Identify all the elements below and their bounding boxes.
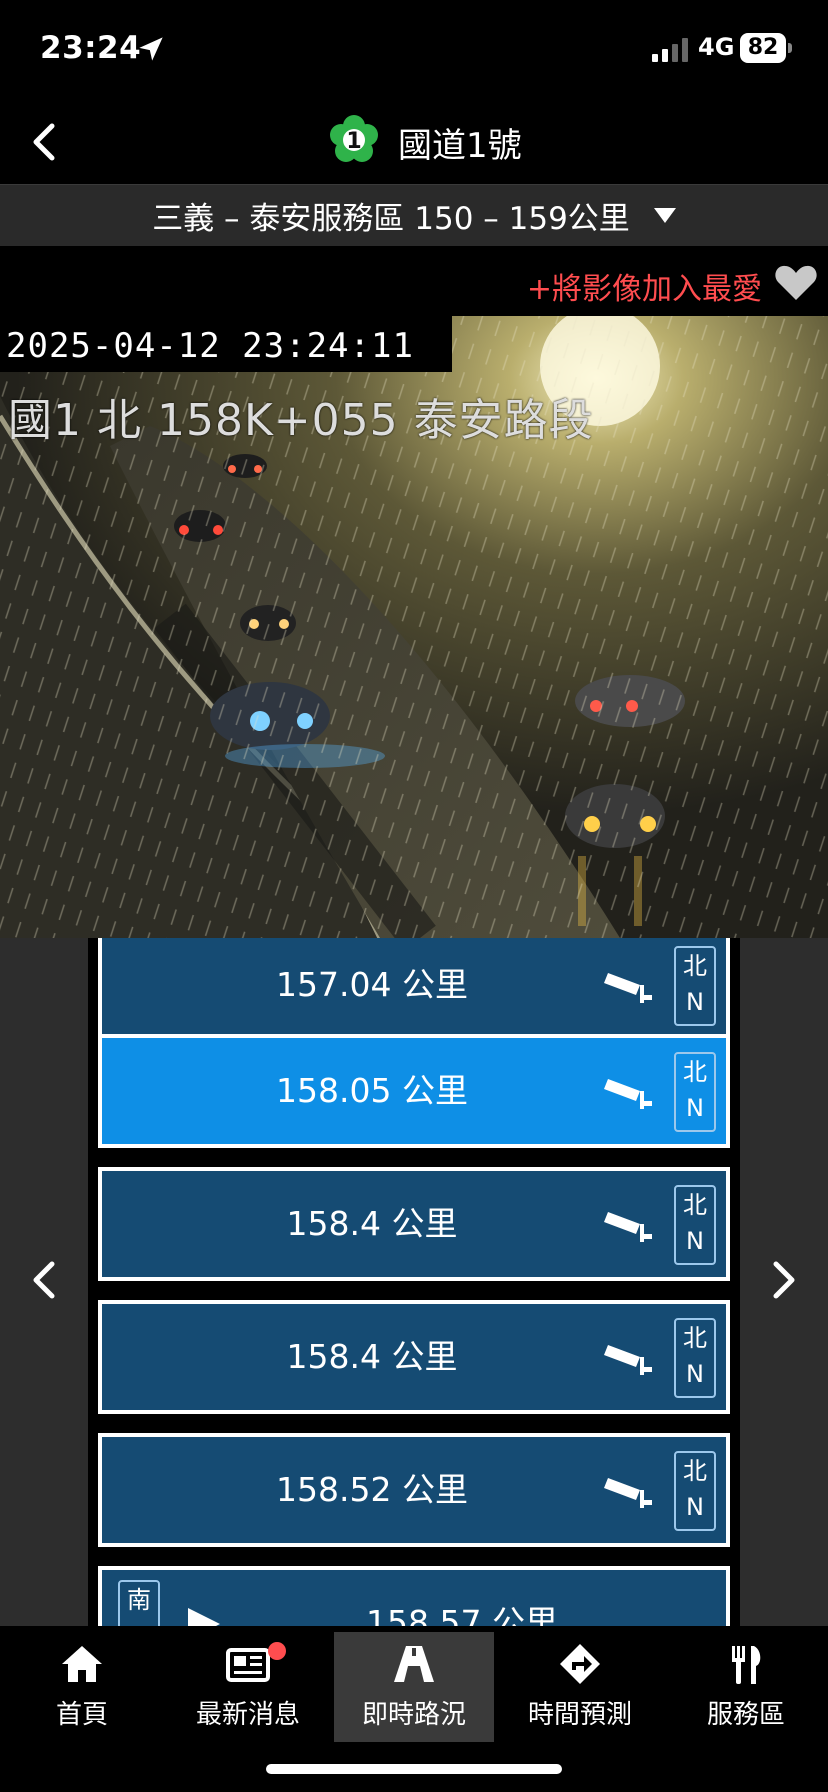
fork-knife-icon: [732, 1646, 761, 1684]
camera-list-item[interactable]: 158.52 公里 北N: [98, 1433, 730, 1547]
page-title: 國道1號: [398, 126, 522, 166]
tab-news[interactable]: 最新消息: [168, 1632, 328, 1742]
network-type: 4G: [698, 33, 735, 61]
camera-list-item-selected[interactable]: 158.05 公里 北N: [98, 1034, 730, 1148]
camera-km: 158.4 公里: [286, 1204, 458, 1243]
direction-badge: 北N: [674, 1052, 716, 1132]
direction-badge: 南: [118, 1580, 160, 1626]
route-badge: 1: [328, 114, 380, 166]
direction-cn: 北: [683, 1457, 707, 1485]
section-selector[interactable]: 三義 – 泰安服務區 150 – 159公里: [0, 184, 828, 246]
camera-list-item[interactable]: 南 158.57 公里: [98, 1566, 730, 1626]
route-number: 1: [346, 129, 361, 154]
location-arrow-icon: [139, 37, 163, 61]
direction-cn: 北: [683, 1058, 707, 1086]
status-time: 23:24: [40, 30, 142, 66]
direction-cn: 北: [683, 1191, 707, 1219]
signal-icon: [652, 38, 688, 62]
tab-service-area[interactable]: 服務區: [666, 1632, 826, 1742]
tab-label: 時間預測: [527, 1700, 632, 1730]
camera-timestamp: 2025-04-12 23:24:11: [0, 316, 452, 372]
cctv-camera-icon: [604, 973, 652, 1003]
cctv-camera-icon: [604, 1212, 652, 1242]
flower-badge-icon: 1: [330, 115, 378, 162]
camera-list-item[interactable]: 158.4 公里 北N: [98, 1300, 730, 1414]
heart-icon[interactable]: [774, 264, 818, 302]
camera-km: 158.57 公里: [366, 1603, 558, 1626]
direction-badge: 北N: [674, 946, 716, 1026]
road-icon: [394, 1646, 434, 1682]
add-favorite-button[interactable]: +將影像加入最愛: [527, 264, 762, 308]
camera-km: 158.05 公里: [276, 1071, 468, 1110]
tab-home[interactable]: 首頁: [2, 1632, 162, 1742]
section-label: 三義 – 泰安服務區 150 – 159公里: [152, 201, 630, 237]
tab-label: 即時路況: [361, 1700, 466, 1730]
direction-badge: 北N: [674, 1185, 716, 1265]
tab-label: 服務區: [706, 1700, 785, 1730]
tab-label: 首頁: [55, 1700, 108, 1730]
tab-time-forecast[interactable]: 時間預測: [500, 1632, 660, 1742]
route-arrow-icon: [560, 1644, 600, 1684]
home-indicator: [266, 1764, 562, 1774]
direction-en: N: [686, 1493, 704, 1521]
camera-list-area: 157.04 公里 北N 158.05 公里 北N 158.4 公里 北N 15…: [0, 938, 828, 1626]
direction-cn: 北: [683, 1324, 707, 1352]
camera-image: 2025-04-12 23:24:11 國1 北 158K+055 泰安路段: [0, 316, 828, 938]
nav-header: 1 國道1號: [0, 100, 828, 184]
chevron-down-icon: [653, 208, 676, 223]
favorite-bar: +將影像加入最愛: [0, 246, 828, 316]
direction-badge: 北N: [674, 1451, 716, 1531]
camera-km: 158.52 公里: [276, 1470, 468, 1509]
notification-dot: [268, 1642, 286, 1660]
direction-en: N: [686, 1360, 704, 1388]
chevron-left-icon[interactable]: [22, 1250, 66, 1310]
tab-live-traffic[interactable]: 即時路況: [334, 1632, 494, 1742]
back-button[interactable]: [18, 114, 74, 170]
direction-badge: 北N: [674, 1318, 716, 1398]
news-icon: [226, 1648, 270, 1682]
direction-en: N: [686, 988, 704, 1016]
status-bar: 23:24 4G 82: [0, 0, 828, 100]
chevron-right-icon[interactable]: [762, 1250, 806, 1310]
camera-km: 158.4 公里: [286, 1337, 458, 1376]
home-icon: [62, 1646, 102, 1682]
tab-label: 最新消息: [195, 1700, 300, 1730]
cctv-camera-icon: [604, 1079, 652, 1109]
cctv-camera-icon: [604, 1478, 652, 1508]
cctv-camera-icon: [604, 1345, 652, 1375]
battery-icon: 82: [740, 33, 792, 63]
camera-km: 157.04 公里: [276, 965, 468, 1004]
camera-list-item[interactable]: 157.04 公里 北N: [98, 938, 730, 1042]
direction-en: N: [686, 1227, 704, 1255]
direction-cn: 南: [127, 1586, 151, 1614]
direction-cn: 北: [683, 952, 707, 980]
battery-level: 82: [740, 33, 786, 63]
camera-location: 國1 北 158K+055 泰安路段: [8, 395, 594, 446]
camera-list-item[interactable]: 158.4 公里 北N: [98, 1167, 730, 1281]
direction-en: N: [686, 1094, 704, 1122]
